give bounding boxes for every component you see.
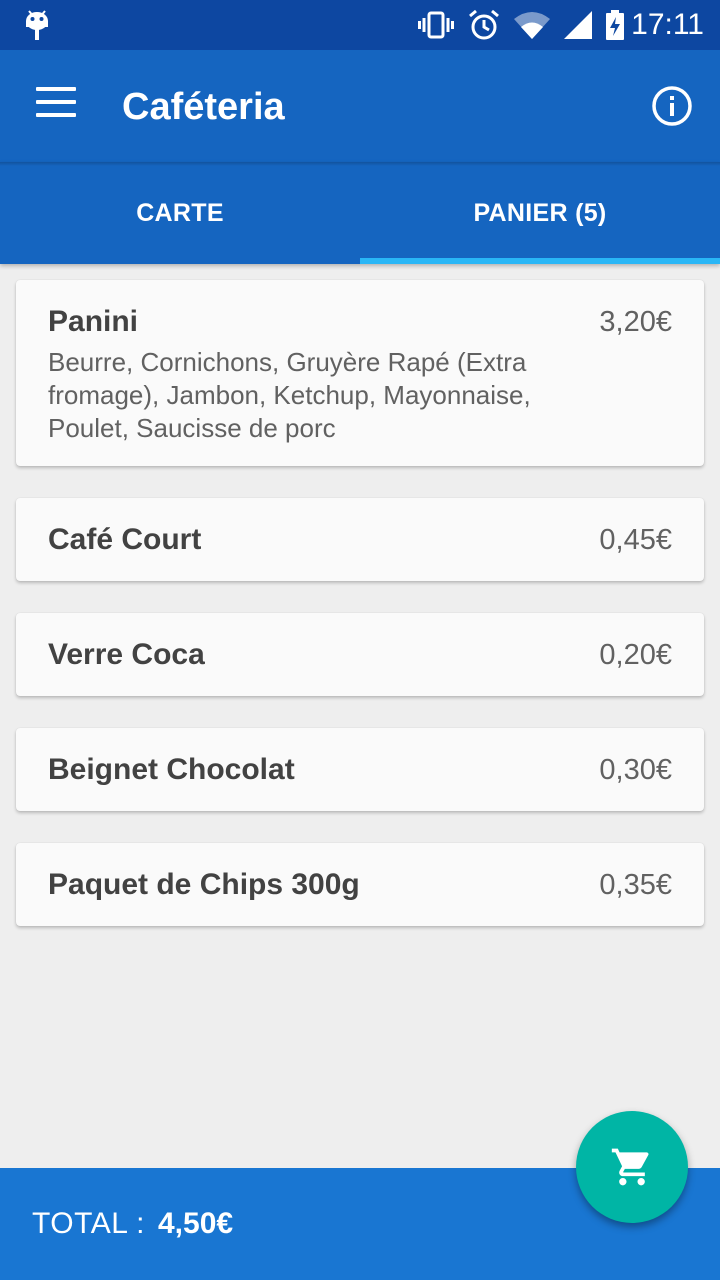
item-name: Beignet Chocolat <box>48 753 295 786</box>
item-name: Paquet de Chips 300g <box>48 868 360 901</box>
android-icon <box>26 10 48 40</box>
tab-indicator <box>360 258 720 264</box>
alarm-icon <box>469 9 499 40</box>
item-price: 3,20€ <box>599 306 672 338</box>
signal-icon <box>564 11 592 39</box>
battery-charging-icon <box>606 10 624 40</box>
item-price: 0,35€ <box>599 869 672 901</box>
cart-list: Panini 3,20€ Beurre, Cornichons, Gruyère… <box>16 280 704 958</box>
app-bar: Caféteria <box>0 50 720 162</box>
item-price: 0,20€ <box>599 639 672 671</box>
item-price: 0,45€ <box>599 524 672 556</box>
cart-item[interactable]: Beignet Chocolat 0,30€ <box>16 728 704 811</box>
shopping-cart-icon <box>611 1148 649 1186</box>
item-name: Panini <box>48 305 139 338</box>
tab-panier[interactable]: PANIER (5) <box>360 162 720 264</box>
total-label: TOTAL : <box>32 1207 145 1240</box>
cart-item[interactable]: Verre Coca 0,20€ <box>16 613 704 696</box>
vibrate-icon <box>418 11 454 39</box>
wifi-icon <box>514 12 550 39</box>
tab-carte[interactable]: CARTE <box>0 162 360 264</box>
hamburger-menu-icon[interactable] <box>36 87 76 125</box>
status-bar: 17:11 <box>0 0 720 50</box>
cart-item[interactable]: Café Court 0,45€ <box>16 498 704 581</box>
item-name: Café Court <box>48 523 202 556</box>
item-name: Verre Coca <box>48 638 205 671</box>
item-price: 0,30€ <box>599 754 672 786</box>
total-value: 4,50€ <box>158 1207 234 1240</box>
cart-item[interactable]: Panini 3,20€ Beurre, Cornichons, Gruyère… <box>16 280 704 466</box>
tab-bar: CARTE PANIER (5) <box>0 162 720 264</box>
info-icon[interactable] <box>651 85 693 127</box>
page-title: Caféteria <box>122 86 285 128</box>
item-description: Beurre, Cornichons, Gruyère Rapé (Extra … <box>48 347 531 443</box>
cart-item[interactable]: Paquet de Chips 300g 0,35€ <box>16 843 704 926</box>
clock-time: 17:11 <box>631 8 704 41</box>
checkout-fab-button[interactable] <box>576 1111 688 1223</box>
